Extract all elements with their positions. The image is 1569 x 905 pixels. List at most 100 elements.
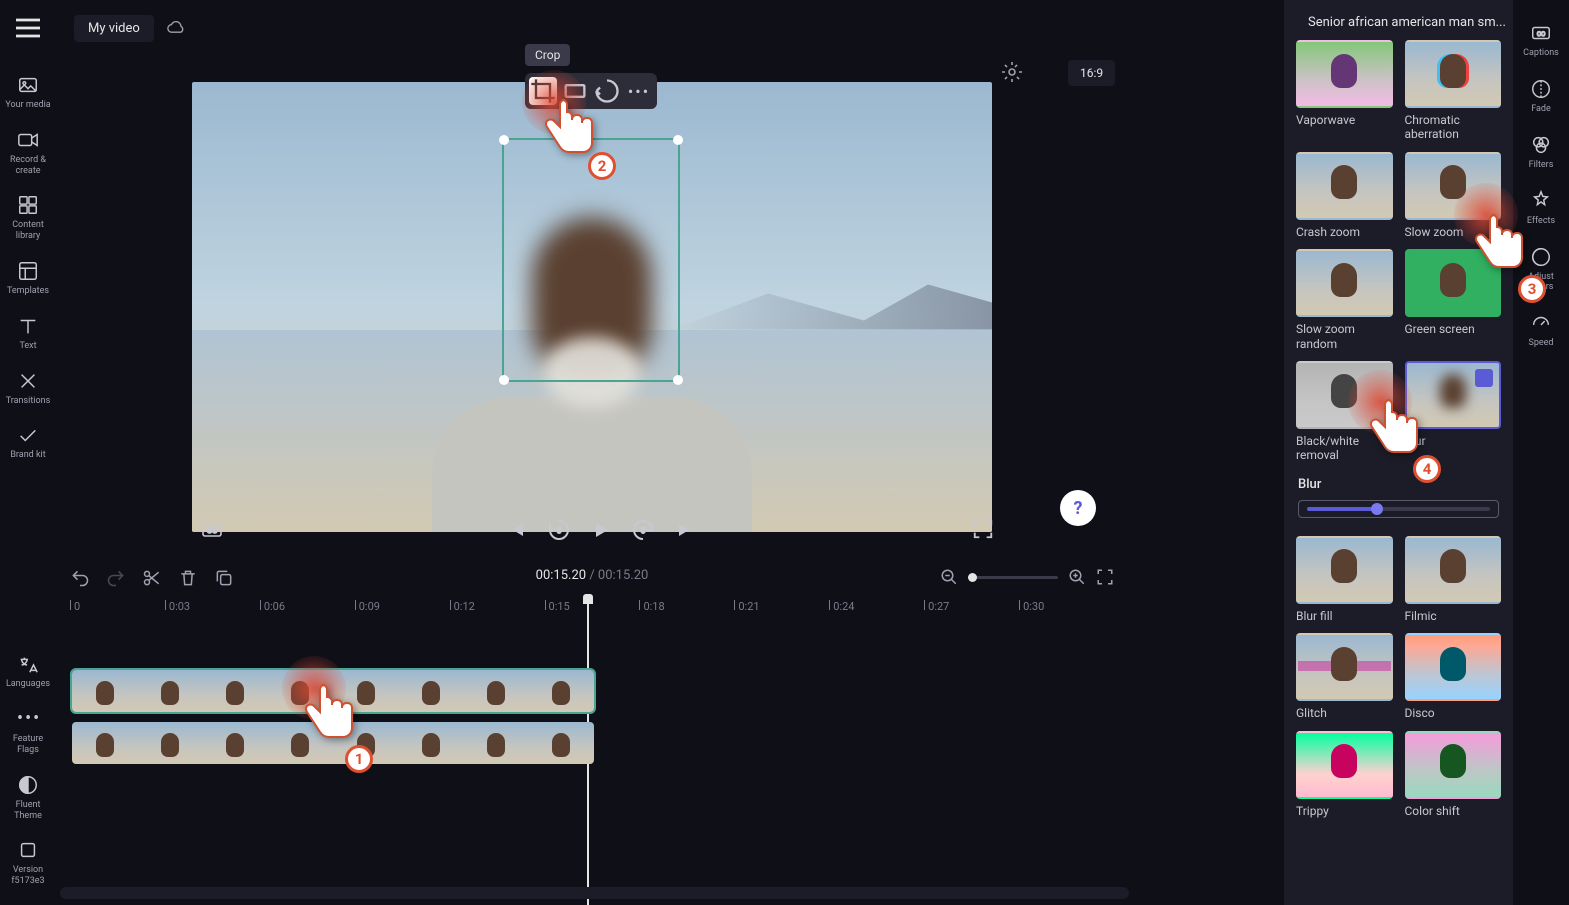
sidebar-item-your-media[interactable]: Your media [0, 66, 56, 119]
sidebar-item-text[interactable]: Text [0, 307, 56, 360]
fade-icon [1530, 78, 1552, 100]
sidebar-item-brand-kit[interactable]: Brand kit [0, 416, 56, 469]
sidebar-item-label: Content library [2, 220, 54, 242]
fit-button[interactable] [561, 77, 589, 105]
slider-label: Blur [1298, 477, 1499, 492]
effect-glitch[interactable]: Glitch [1296, 633, 1393, 720]
effect-blur[interactable]: Blur [1405, 361, 1502, 463]
effect-slow-zoom-random[interactable]: Slow zoom random [1296, 249, 1393, 351]
footer-item-version[interactable]: Version f5173e3 [0, 831, 56, 895]
speed-icon [1530, 312, 1552, 334]
forward-button[interactable]: 5 [631, 518, 655, 542]
effect-color-shift[interactable]: Color shift [1405, 731, 1502, 818]
aspect-ratio-button[interactable]: 16:9 [1068, 60, 1115, 86]
right-tab-filters[interactable]: Filters [1513, 126, 1569, 178]
redo-button[interactable] [106, 568, 126, 588]
preview-settings-icon[interactable] [1000, 60, 1024, 84]
svg-text:5: 5 [641, 527, 645, 535]
effect-chromatic-aberration[interactable]: Chromatic aberration [1405, 40, 1502, 142]
cloud-sync-icon[interactable] [166, 18, 186, 38]
sidebar-item-templates[interactable]: Templates [0, 252, 56, 305]
sidebar-item-record-create[interactable]: Record & create [0, 121, 56, 185]
zoom-slider[interactable] [968, 576, 1058, 579]
crop-handle-tr[interactable] [673, 135, 683, 145]
video-clip-selected[interactable] [70, 668, 596, 714]
video-clip[interactable] [70, 720, 596, 766]
effect-vaporwave[interactable]: Vaporwave [1296, 40, 1393, 142]
footer-item-languages[interactable]: Languages [0, 645, 56, 698]
dots-icon: ••• [17, 708, 39, 730]
slider-knob[interactable] [1371, 503, 1383, 515]
svg-text:CC: CC [1537, 30, 1545, 38]
effect-trippy[interactable]: Trippy [1296, 731, 1393, 818]
delete-button[interactable] [178, 568, 198, 588]
text-icon [17, 315, 39, 337]
skip-end-button[interactable] [673, 518, 697, 542]
project-title[interactable]: My video [74, 15, 154, 42]
rotate-button[interactable] [593, 77, 621, 105]
zoom-in-button[interactable] [1068, 568, 1086, 586]
zoom-out-button[interactable] [940, 568, 958, 586]
canvas-area [56, 56, 1128, 558]
zoom-fit-button[interactable] [1096, 568, 1114, 586]
version-icon [17, 839, 39, 861]
blur-slider[interactable] [1298, 500, 1499, 518]
sidebar-item-label: Brand kit [10, 450, 45, 461]
effect-filmic[interactable]: Filmic [1405, 536, 1502, 623]
crop-handle-bl[interactable] [499, 375, 509, 385]
split-button[interactable] [142, 568, 162, 588]
effect-disco[interactable]: Disco [1405, 633, 1502, 720]
crop-selection[interactable] [502, 138, 680, 382]
more-button[interactable]: ••• [625, 77, 653, 105]
skip-start-button[interactable] [505, 518, 529, 542]
zoom-controls [940, 568, 1114, 586]
play-button[interactable] [589, 518, 613, 542]
adjust-colors-icon [1530, 246, 1552, 268]
duplicate-button[interactable] [214, 568, 234, 588]
footer-item-feature-flags[interactable]: ••• Feature Flags [0, 700, 56, 764]
crop-tooltip: Crop [525, 44, 570, 66]
right-tab-captions[interactable]: CC Captions [1513, 14, 1569, 66]
right-tab-fade[interactable]: Fade [1513, 70, 1569, 122]
menu-icon[interactable] [12, 12, 44, 44]
current-time: 00:15.20 [536, 568, 586, 583]
effects-scroll[interactable]: Vaporwave Chromatic aberration Crash zoo… [1284, 40, 1513, 905]
footer-item-fluent-theme[interactable]: Fluent Theme [0, 766, 56, 830]
tune-icon[interactable] [1475, 369, 1493, 387]
sidebar-item-label: Your media [5, 100, 50, 111]
video-preview[interactable] [192, 82, 992, 532]
effect-blur-fill[interactable]: Blur fill [1296, 536, 1393, 623]
timeline-tracks [70, 668, 1114, 766]
effect-slow-zoom[interactable]: Slow zoom [1405, 152, 1502, 239]
sidebar-item-content-library[interactable]: Content library [0, 186, 56, 250]
fullscreen-button[interactable] [972, 518, 994, 540]
floating-toolbar: ••• [525, 73, 657, 109]
effect-green-screen[interactable]: Green screen [1405, 249, 1502, 351]
crop-handle-tl[interactable] [499, 135, 509, 145]
undo-button[interactable] [70, 568, 90, 588]
right-tab-speed[interactable]: Speed [1513, 304, 1569, 356]
effect-bw-removal[interactable]: Black/white removal [1296, 361, 1393, 463]
media-icon [17, 74, 39, 96]
right-tab-adjust-colors[interactable]: Adjust colors [1513, 238, 1569, 300]
rotate-icon [593, 77, 621, 105]
right-tab-effects[interactable]: Effects [1513, 182, 1569, 234]
time-display: 00:15.20 / 00:15.20 [536, 568, 649, 583]
horizontal-scrollbar[interactable] [60, 887, 1129, 899]
crop-button[interactable] [529, 77, 557, 105]
crop-handle-br[interactable] [673, 375, 683, 385]
record-icon [17, 129, 39, 151]
templates-icon [17, 260, 39, 282]
rewind-button[interactable]: 5 [547, 518, 571, 542]
captions-toggle[interactable]: CC [200, 518, 224, 542]
dots-icon: ••• [628, 82, 650, 101]
effects-icon [1530, 190, 1552, 212]
help-button[interactable]: ? [1060, 490, 1096, 526]
theme-icon [17, 774, 39, 796]
sidebar-item-label: Transitions [6, 396, 51, 407]
sidebar-item-label: Record & create [2, 155, 54, 177]
captions-icon: CC [1530, 22, 1552, 44]
sidebar-item-transitions[interactable]: Transitions [0, 362, 56, 415]
sidebar-item-label: Languages [6, 679, 50, 690]
effect-crash-zoom[interactable]: Crash zoom [1296, 152, 1393, 239]
